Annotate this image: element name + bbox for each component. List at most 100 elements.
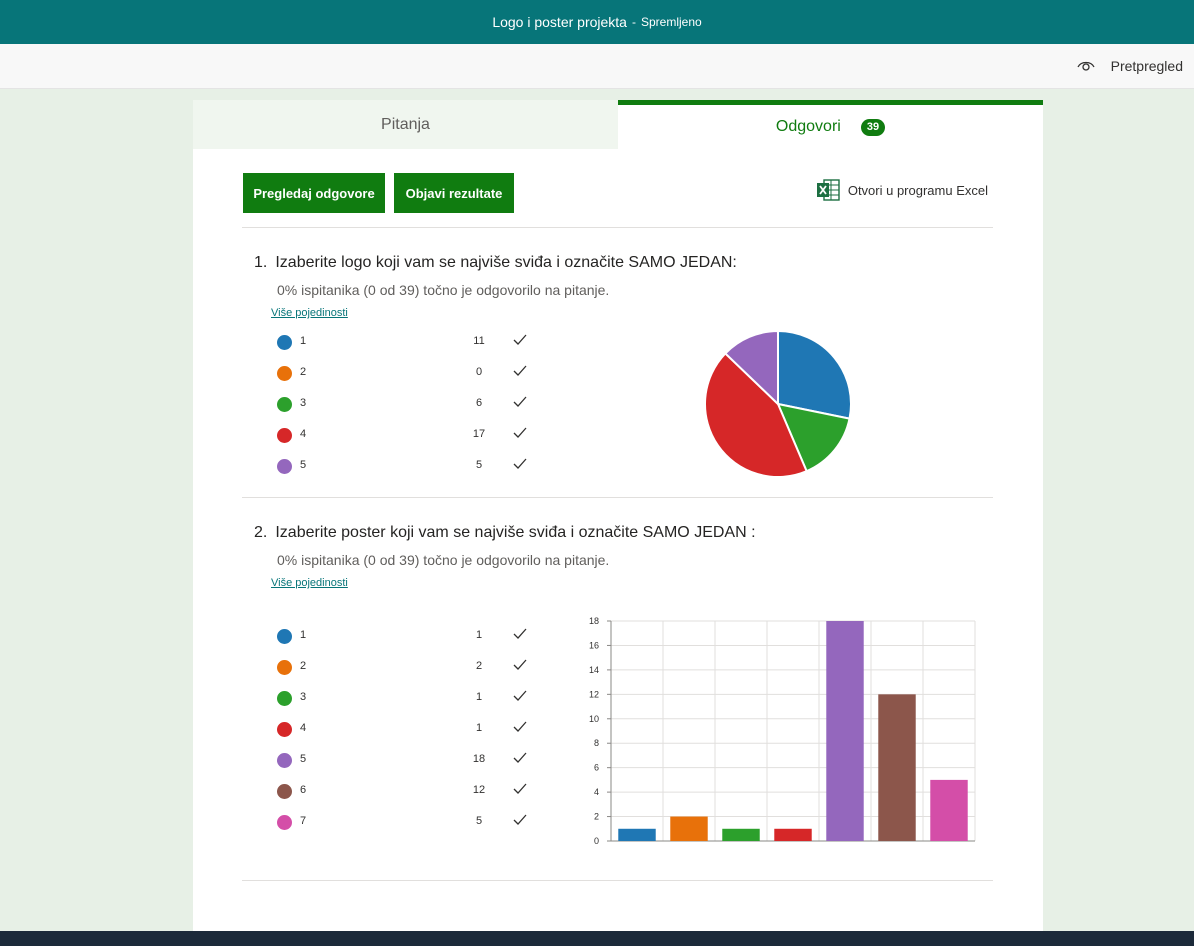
- legend-row: 4 17: [277, 420, 537, 451]
- question-2-legend: 1 1 2 2 3 1 4 1 5 18 6 12 7 5: [277, 621, 537, 838]
- bar-2: [670, 816, 708, 841]
- legend-row: 5 18: [277, 745, 537, 776]
- view-responses-button[interactable]: Pregledaj odgovore: [243, 173, 385, 213]
- bar-7: [930, 779, 968, 841]
- open-in-excel-label: Otvori u programu Excel: [847, 182, 988, 198]
- legend-count: 2: [475, 660, 483, 672]
- legend-color-dot: [277, 335, 292, 350]
- legend-row: 20: [277, 358, 537, 389]
- save-status: Spremljeno: [640, 15, 702, 29]
- legend-row: 55: [277, 451, 537, 482]
- legend-row: 1 11: [277, 327, 537, 358]
- legend-row: 31: [277, 683, 537, 714]
- form-title: Logo i poster projekta: [492, 14, 627, 30]
- legend-count: 0: [475, 366, 483, 378]
- question-1-more-details-link[interactable]: Više pojedinosti: [271, 307, 348, 319]
- tab-responses[interactable]: Odgovori 39: [618, 100, 1043, 149]
- y-tick-label: 2: [594, 812, 599, 822]
- checkmark-icon: [513, 814, 527, 825]
- legend-color-dot: [277, 784, 292, 799]
- legend-count: 18: [472, 753, 486, 765]
- legend-color-dot: [277, 366, 292, 381]
- question-text: Izaberite logo koji vam se najviše sviđa…: [275, 254, 737, 271]
- question-1-summary: 0% ispitanika (0 od 39) točno je odgovor…: [277, 282, 610, 298]
- question-1-title: 1. Izaberite logo koji vam se najviše svi…: [254, 254, 737, 272]
- legend-label: 5: [300, 753, 307, 765]
- checkmark-icon: [513, 690, 527, 701]
- divider: [242, 497, 993, 498]
- legend-label: 2: [300, 660, 307, 672]
- question-2-bar-chart: 0 2 4 6 8 10 12 14 16 18: [589, 616, 976, 846]
- bar-3: [722, 828, 760, 841]
- legend-label: 6: [300, 784, 307, 796]
- tab-questions-label: Pitanja: [381, 115, 430, 133]
- legend-count: 1: [475, 629, 483, 641]
- y-tick-label: 12: [589, 689, 599, 699]
- legend-label: 7: [300, 815, 307, 827]
- question-text: Izaberite poster koji vam se najviše svi…: [275, 524, 756, 541]
- legend-row: 36: [277, 389, 537, 420]
- checkmark-icon: [513, 365, 527, 376]
- question-number: 2.: [254, 524, 268, 541]
- question-number: 1.: [254, 254, 268, 271]
- legend-label: 3: [300, 397, 307, 409]
- publish-results-button[interactable]: Objavi rezultate: [394, 173, 514, 213]
- y-tick-label: 8: [594, 738, 599, 748]
- checkmark-icon: [513, 458, 527, 469]
- checkmark-icon: [513, 783, 527, 794]
- legend-color-dot: [277, 629, 292, 644]
- legend-count: 11: [473, 335, 485, 347]
- checkmark-icon: [513, 427, 527, 438]
- legend-color-dot: [277, 691, 292, 706]
- divider: [242, 880, 993, 881]
- legend-color-dot: [277, 660, 292, 675]
- checkmark-icon: [513, 752, 527, 763]
- legend-row: 41: [277, 714, 537, 745]
- y-tick-label: 6: [594, 763, 599, 773]
- legend-row: 11: [277, 621, 537, 652]
- bar-5: [826, 621, 864, 841]
- preview-button[interactable]: Pretpregled: [1077, 58, 1183, 74]
- y-tick-label: 18: [589, 616, 599, 626]
- legend-count: 1: [475, 691, 483, 703]
- y-tick-label: 4: [594, 787, 599, 797]
- checkmark-icon: [513, 334, 527, 345]
- legend-color-dot: [277, 815, 292, 830]
- y-tick-label: 10: [589, 714, 599, 724]
- preview-label: Pretpregled: [1110, 58, 1183, 74]
- legend-count: 6: [475, 397, 483, 409]
- legend-count: 5: [475, 815, 483, 827]
- excel-icon: [816, 179, 840, 201]
- os-taskbar: [0, 931, 1194, 946]
- open-in-excel-link[interactable]: Otvori u programu Excel: [816, 179, 988, 201]
- legend-label: 4: [300, 428, 307, 440]
- responses-card: Pitanja Odgovori 39 Pregledaj odgovore O…: [193, 100, 1043, 946]
- legend-label: 2: [300, 366, 307, 378]
- checkmark-icon: [513, 659, 527, 670]
- legend-count: 17: [472, 428, 486, 440]
- bar-4: [774, 828, 812, 841]
- tab-questions[interactable]: Pitanja: [193, 100, 618, 149]
- y-tick-label: 14: [589, 665, 599, 675]
- y-tick-label: 16: [589, 640, 599, 650]
- legend-count: 5: [475, 459, 483, 471]
- legend-color-dot: [277, 753, 292, 768]
- legend-label: 1: [300, 629, 307, 641]
- legend-color-dot: [277, 428, 292, 443]
- checkmark-icon: [513, 396, 527, 407]
- legend-row: 6 12: [277, 776, 537, 807]
- legend-label: 3: [300, 691, 307, 703]
- eye-icon: [1077, 61, 1095, 71]
- command-bar: Pretpregled: [0, 44, 1194, 89]
- question-2-title: 2. Izaberite poster koji vam se najviše s…: [254, 524, 756, 542]
- legend-color-dot: [277, 397, 292, 412]
- question-2-more-details-link[interactable]: Više pojedinosti: [271, 577, 348, 589]
- legend-row: 22: [277, 652, 537, 683]
- legend-label: 5: [300, 459, 307, 471]
- checkmark-icon: [513, 721, 527, 732]
- legend-count: 12: [472, 784, 486, 796]
- legend-color-dot: [277, 459, 292, 474]
- y-tick-label: 0: [594, 836, 599, 846]
- app-title-bar: Logo i poster projekta - Spremljeno: [0, 0, 1194, 44]
- tab-responses-label: Odgovori: [775, 118, 841, 135]
